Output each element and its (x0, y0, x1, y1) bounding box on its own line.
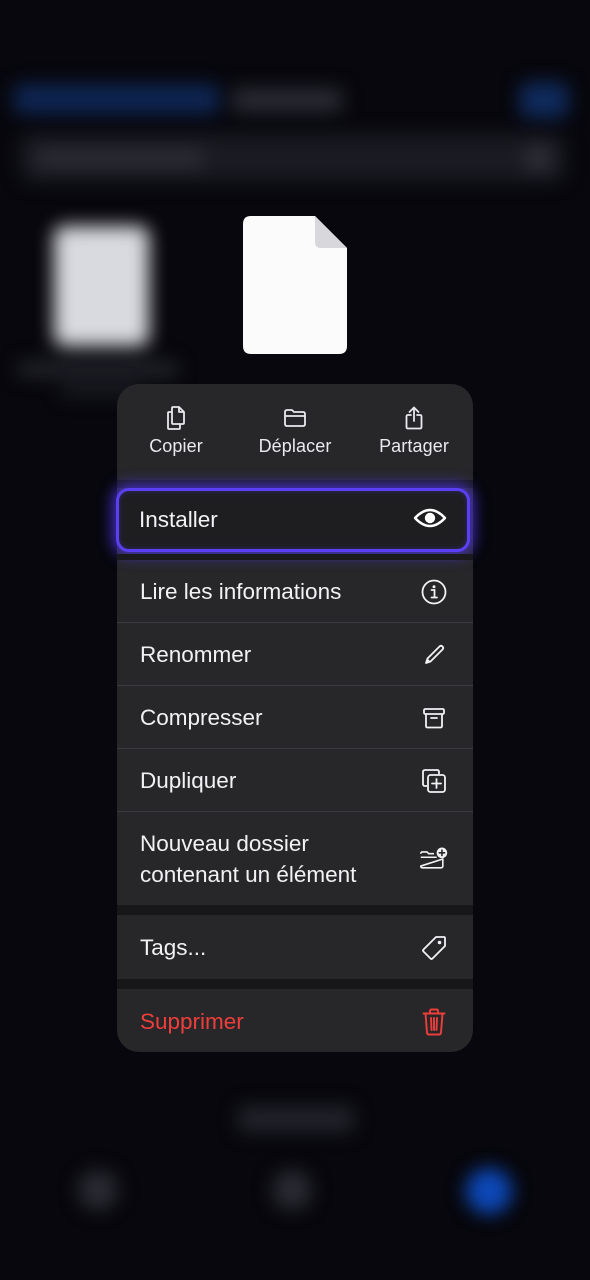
nav-action-button (520, 82, 568, 118)
tab-recents-icon (78, 1170, 118, 1210)
archive-icon (419, 703, 449, 733)
info-icon (419, 577, 449, 607)
tab-browse-icon (466, 1168, 512, 1214)
menu-item-new-folder-with-item[interactable]: Nouveau dossier contenant un élément (117, 812, 473, 905)
context-menu: Copier Déplacer Partager Installer Lire … (116, 384, 473, 1053)
share-icon (404, 406, 424, 430)
menu-item-get-info[interactable]: Lire les informations (117, 560, 473, 623)
folder-icon (283, 406, 307, 430)
duplicate-label: Dupliquer (140, 768, 237, 793)
file-thumbnail (54, 226, 149, 346)
tags-label: Tags... (140, 935, 207, 960)
document-preview-icon (243, 216, 347, 354)
menu-item-install[interactable]: Installer (116, 488, 470, 552)
copy-button[interactable]: Copier (117, 384, 235, 480)
duplicate-icon (419, 766, 449, 796)
compress-label: Compresser (140, 705, 263, 730)
item-count (238, 1106, 354, 1132)
quick-actions-row: Copier Déplacer Partager (117, 384, 473, 480)
delete-label: Supprimer (140, 1009, 244, 1034)
menu-item-delete[interactable]: Supprimer (117, 990, 473, 1053)
trash-icon (419, 1007, 449, 1037)
menu-item-compress[interactable]: Compresser (117, 686, 473, 749)
share-button[interactable]: Partager (355, 384, 473, 480)
eye-icon (413, 507, 447, 534)
move-label: Déplacer (258, 436, 332, 456)
tab-shared-icon (272, 1170, 312, 1210)
pencil-icon (419, 640, 449, 670)
new-folder-label-line1: Nouveau dossier (140, 830, 309, 856)
install-label: Installer (139, 507, 218, 532)
menu-item-rename[interactable]: Renommer (117, 623, 473, 686)
mic-icon (524, 144, 552, 172)
file-name (18, 362, 178, 376)
nav-back-area (14, 84, 219, 114)
rename-label: Renommer (140, 642, 252, 667)
copy-icon (166, 406, 186, 430)
move-button[interactable]: Déplacer (236, 384, 354, 480)
search-placeholder (36, 148, 204, 168)
nav-title (232, 88, 342, 112)
section-gap (117, 979, 473, 989)
menu-item-duplicate[interactable]: Dupliquer (117, 749, 473, 812)
share-label: Partager (379, 436, 449, 456)
section-gap (117, 480, 473, 488)
new-folder-label-line2: contenant un élément (140, 861, 357, 887)
tag-icon (419, 933, 449, 963)
menu-item-tags[interactable]: Tags... (117, 916, 473, 979)
section-gap (117, 905, 473, 915)
folder-plus-icon (419, 844, 449, 874)
new-folder-label: Nouveau dossier contenant un élément (140, 828, 356, 890)
get-info-label: Lire les informations (140, 579, 342, 604)
copy-label: Copier (149, 436, 203, 456)
